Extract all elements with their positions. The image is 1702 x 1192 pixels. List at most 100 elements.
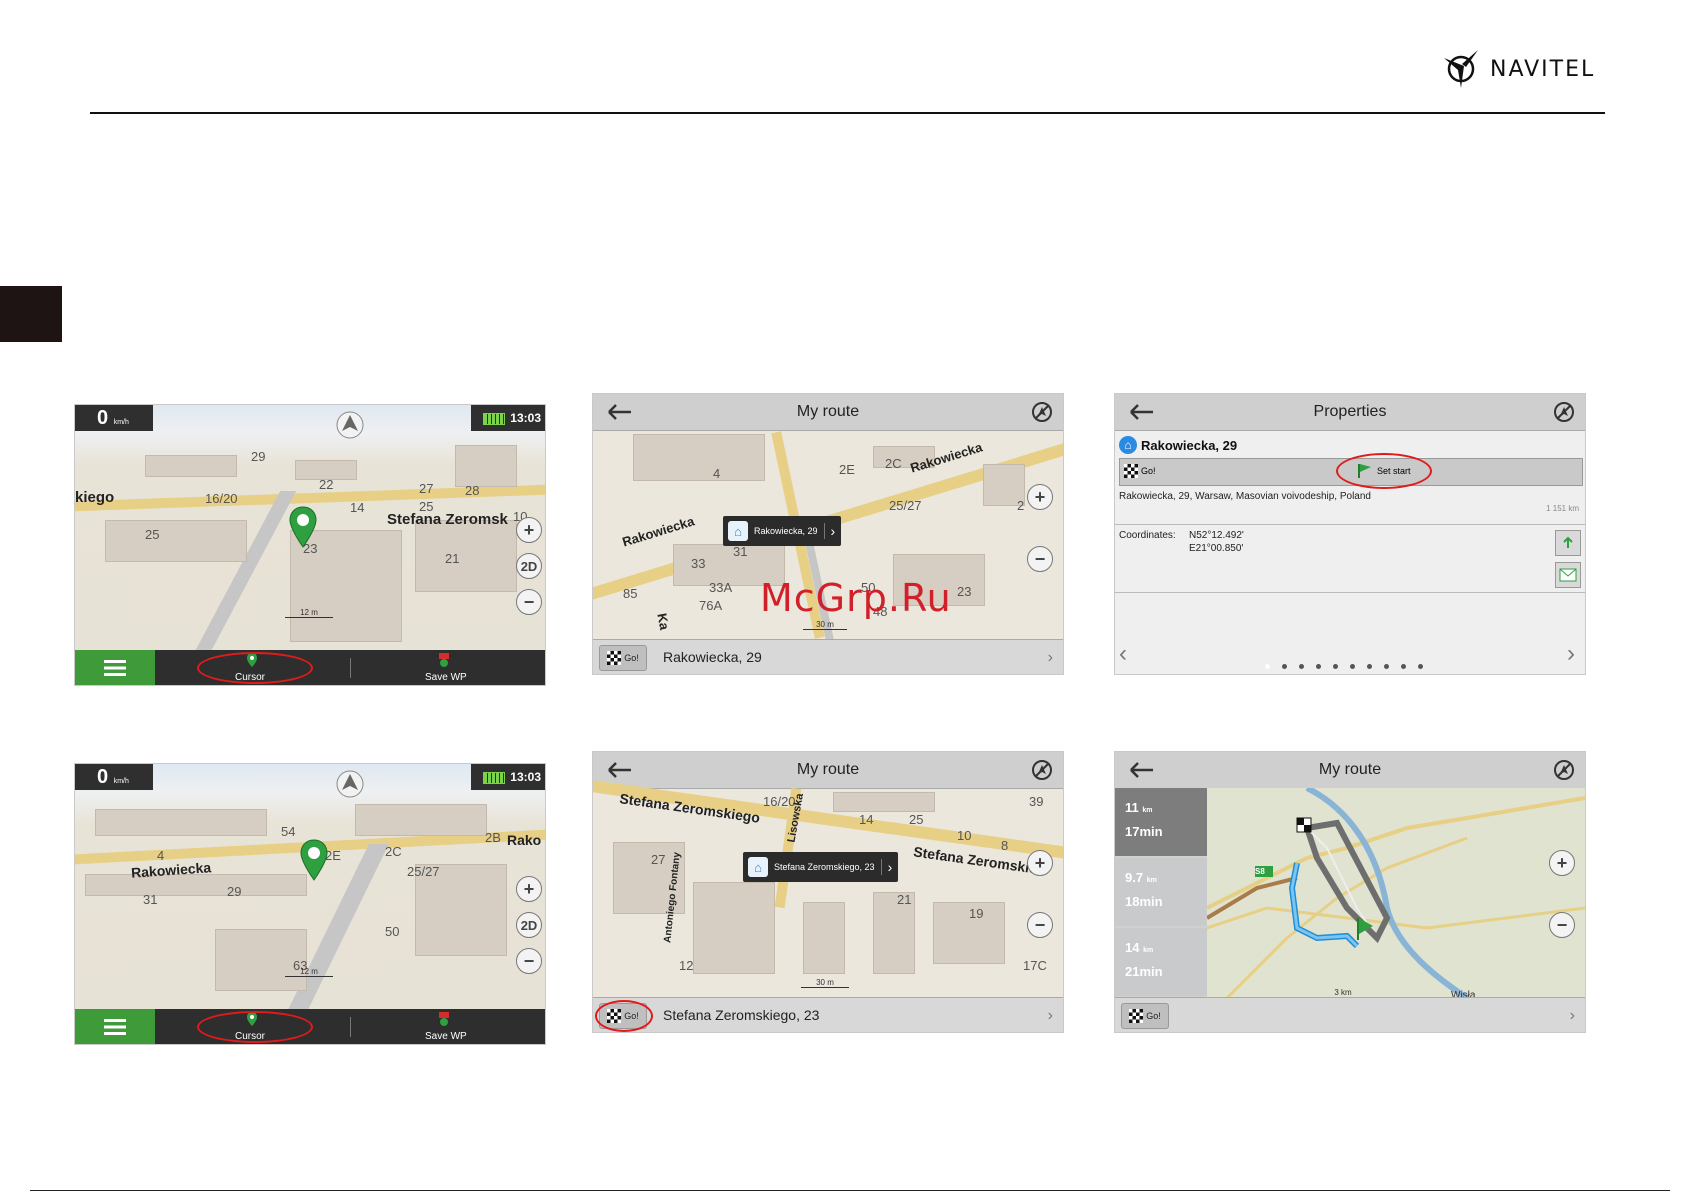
- full-address: Rakowiecka, 29, Warsaw, Masovian voivode…: [1119, 491, 1371, 502]
- save-wp-button[interactable]: Save WP: [425, 672, 467, 683]
- house-number: 2B: [485, 830, 501, 845]
- screen-my-route-2: My route 16/20 14 25 10 8 39 27 21 19 12…: [592, 751, 1064, 1033]
- checkered-flag-icon: [1129, 1009, 1144, 1023]
- zoom-out-button[interactable]: −: [1549, 912, 1575, 938]
- go-button[interactable]: Go!: [599, 645, 647, 671]
- house-number: 17C: [1023, 958, 1047, 973]
- screen-title: My route: [1318, 761, 1382, 778]
- no-navigation-icon[interactable]: [1031, 759, 1053, 781]
- house-number: 29: [251, 449, 266, 464]
- house-number: 4: [713, 466, 721, 481]
- clock-time: 13:03: [510, 411, 541, 425]
- zoom-out-button[interactable]: −: [516, 589, 542, 615]
- page-dot[interactable]: [1384, 664, 1389, 669]
- zoom-in-button[interactable]: +: [516, 517, 542, 543]
- zoom-out-button[interactable]: −: [1027, 912, 1053, 938]
- screen-drive-2: 4 54 2E 2C 2B 25/27 31 29 50 63 Rakowiec…: [74, 763, 546, 1045]
- page-dot[interactable]: [1282, 664, 1287, 669]
- no-navigation-icon[interactable]: [1031, 401, 1053, 423]
- navitel-star-icon: [1444, 50, 1478, 88]
- view-2d-button[interactable]: 2D: [516, 553, 542, 579]
- home-icon: ⌂: [748, 857, 768, 877]
- building: [105, 520, 247, 562]
- building: [95, 809, 267, 836]
- map-scale: 12 m: [285, 608, 333, 618]
- page-dot[interactable]: [1333, 664, 1338, 669]
- compass-icon[interactable]: [336, 770, 364, 798]
- zoom-in-button[interactable]: +: [1027, 484, 1053, 510]
- address-bar[interactable]: Go! Stefana Zeromskiego, 23 ›: [593, 997, 1063, 1032]
- chevron-right-icon: ›: [823, 523, 842, 539]
- screen-title: Properties: [1313, 403, 1387, 420]
- bottom-toolbar: Cursor Save WP: [75, 650, 545, 685]
- top-bar: My route: [593, 752, 1063, 789]
- house-number: 33A: [709, 580, 733, 595]
- cursor-pin-icon: [300, 839, 328, 881]
- house-number: 31: [733, 544, 748, 559]
- house-number: 54: [281, 824, 296, 839]
- export-button[interactable]: [1555, 530, 1581, 556]
- address-text: Rakowiecka, 29: [663, 649, 762, 665]
- address-bar[interactable]: Go! ›: [1115, 997, 1585, 1032]
- page-dot[interactable]: [1401, 664, 1406, 669]
- street-label: Ka: [654, 612, 673, 631]
- zoom-in-button[interactable]: +: [1027, 850, 1053, 876]
- house-number: 2E: [839, 462, 855, 477]
- page-dot[interactable]: [1350, 664, 1355, 669]
- address-bar[interactable]: Go! Rakowiecka, 29 ›: [593, 639, 1063, 674]
- route-option[interactable]: 11 km 17min: [1115, 788, 1207, 856]
- status-clock: 13:03: [471, 405, 545, 431]
- view-2d-button[interactable]: 2D: [516, 912, 542, 938]
- share-button[interactable]: [1555, 562, 1581, 588]
- street-label: Rako: [507, 832, 542, 848]
- save-waypoint-icon: [439, 1012, 449, 1026]
- address-popup[interactable]: ⌂ Rakowiecka, 29 ›: [723, 516, 842, 546]
- address-text: Stefana Zeromskiego, 23: [663, 1007, 820, 1023]
- bottom-toolbar: Cursor Save WP: [75, 1009, 545, 1044]
- go-button[interactable]: Go!: [1124, 464, 1156, 478]
- map-scale: 30 m: [803, 620, 847, 630]
- menu-button[interactable]: [75, 650, 155, 685]
- map-scale: 30 m: [801, 978, 849, 988]
- building: [145, 455, 237, 477]
- chevron-right-icon[interactable]: ›: [1567, 640, 1575, 668]
- house-number: 14: [350, 500, 365, 515]
- no-navigation-icon[interactable]: [1553, 401, 1575, 423]
- route-option[interactable]: 9.7 km 18min: [1115, 858, 1207, 926]
- watermark: McGrp.Ru: [760, 576, 952, 620]
- speed-unit: km/h: [113, 419, 129, 426]
- go-button[interactable]: Go!: [1121, 1003, 1169, 1029]
- chevron-right-icon: ›: [880, 859, 899, 875]
- page-dot[interactable]: [1418, 664, 1423, 669]
- place-name: Rakowiecka, 29: [1141, 437, 1238, 453]
- route-distance: 9.7 km: [1125, 870, 1157, 885]
- no-navigation-icon[interactable]: [1553, 759, 1575, 781]
- building: [415, 520, 517, 592]
- highlight-circle: [197, 1011, 313, 1043]
- page-dot[interactable]: [1367, 664, 1372, 669]
- menu-button[interactable]: [75, 1009, 155, 1044]
- zoom-in-button[interactable]: +: [1549, 850, 1575, 876]
- page-indicator: [1265, 664, 1423, 669]
- route-distance: 14 km: [1125, 940, 1154, 955]
- page-dot[interactable]: [1316, 664, 1321, 669]
- page-dot[interactable]: [1265, 664, 1270, 669]
- chevron-right-icon: ›: [1569, 1007, 1575, 1024]
- navitel-logo: NAVITEL: [1440, 48, 1595, 90]
- zoom-in-button[interactable]: +: [516, 876, 542, 902]
- divider: [1115, 592, 1585, 593]
- house-number: 2C: [885, 456, 902, 471]
- speed-value: 0: [97, 766, 109, 788]
- zoom-out-button[interactable]: −: [1027, 546, 1053, 572]
- building: [455, 445, 517, 487]
- save-wp-button[interactable]: Save WP: [425, 1031, 467, 1042]
- map-scale: 12 m: [285, 967, 333, 977]
- chevron-left-icon[interactable]: ‹: [1119, 640, 1127, 668]
- zoom-out-button[interactable]: −: [516, 948, 542, 974]
- cursor-pin-icon: [289, 506, 317, 548]
- compass-icon[interactable]: [336, 411, 364, 439]
- route-option[interactable]: 14 km 21min: [1115, 928, 1207, 996]
- address-popup[interactable]: ⌂ Stefana Zeromskiego, 23 ›: [743, 852, 899, 882]
- page-dot[interactable]: [1299, 664, 1304, 669]
- checkered-flag-icon: [607, 651, 622, 665]
